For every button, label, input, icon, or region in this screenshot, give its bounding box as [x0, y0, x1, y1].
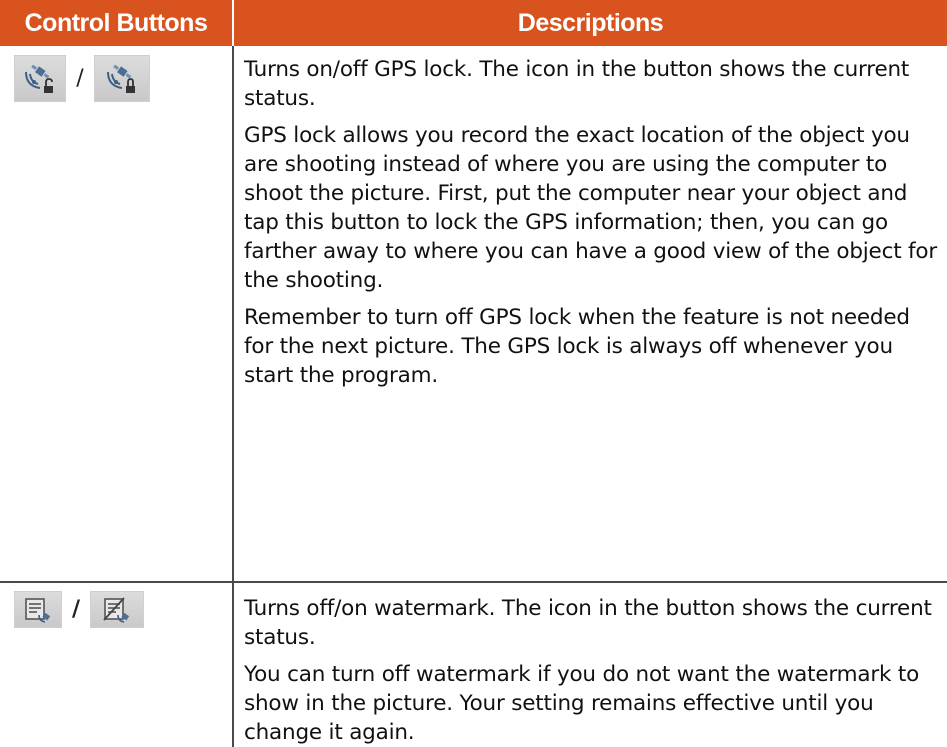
separator-slash: / [71, 597, 81, 622]
table-header: Control Buttons Descriptions [0, 0, 947, 46]
gps-lock-button[interactable] [94, 55, 150, 102]
control-buttons-table: Control Buttons Descriptions / Turns on/… [0, 0, 947, 747]
description-paragraph: Turns on/off GPS lock. The icon in the b… [244, 57, 910, 111]
description-paragraph: Remember to turn off GPS lock when the f… [244, 305, 910, 388]
description-cell: Turns on/off GPS lock. The icon in the b… [234, 46, 947, 581]
description-paragraph: You can turn off watermark if you do not… [244, 662, 920, 745]
gps-unlock-button[interactable] [14, 55, 66, 102]
table-row: / Turns off/on watermark. The icon in th… [0, 583, 947, 747]
watermark-on-button[interactable] [14, 591, 62, 628]
gps-unlocked-icon [25, 64, 53, 93]
control-buttons-cell: / [0, 583, 234, 747]
watermark-off-button[interactable] [90, 591, 144, 628]
description-paragraph: Turns off/on watermark. The icon in the … [244, 596, 932, 650]
gps-locked-icon [107, 64, 135, 93]
separator-slash: / [76, 66, 84, 91]
watermark-on-icon [25, 597, 51, 623]
control-buttons-cell: / [0, 46, 234, 581]
header-control-buttons: Control Buttons [0, 0, 234, 46]
header-descriptions: Descriptions [517, 8, 664, 37]
description-paragraph: GPS lock allows you record the exact loc… [244, 123, 938, 293]
table-row: / Turns on/off GPS lock. The icon in the… [0, 46, 947, 583]
watermark-off-icon [103, 596, 130, 623]
description-cell: Turns off/on watermark. The icon in the … [234, 583, 947, 747]
